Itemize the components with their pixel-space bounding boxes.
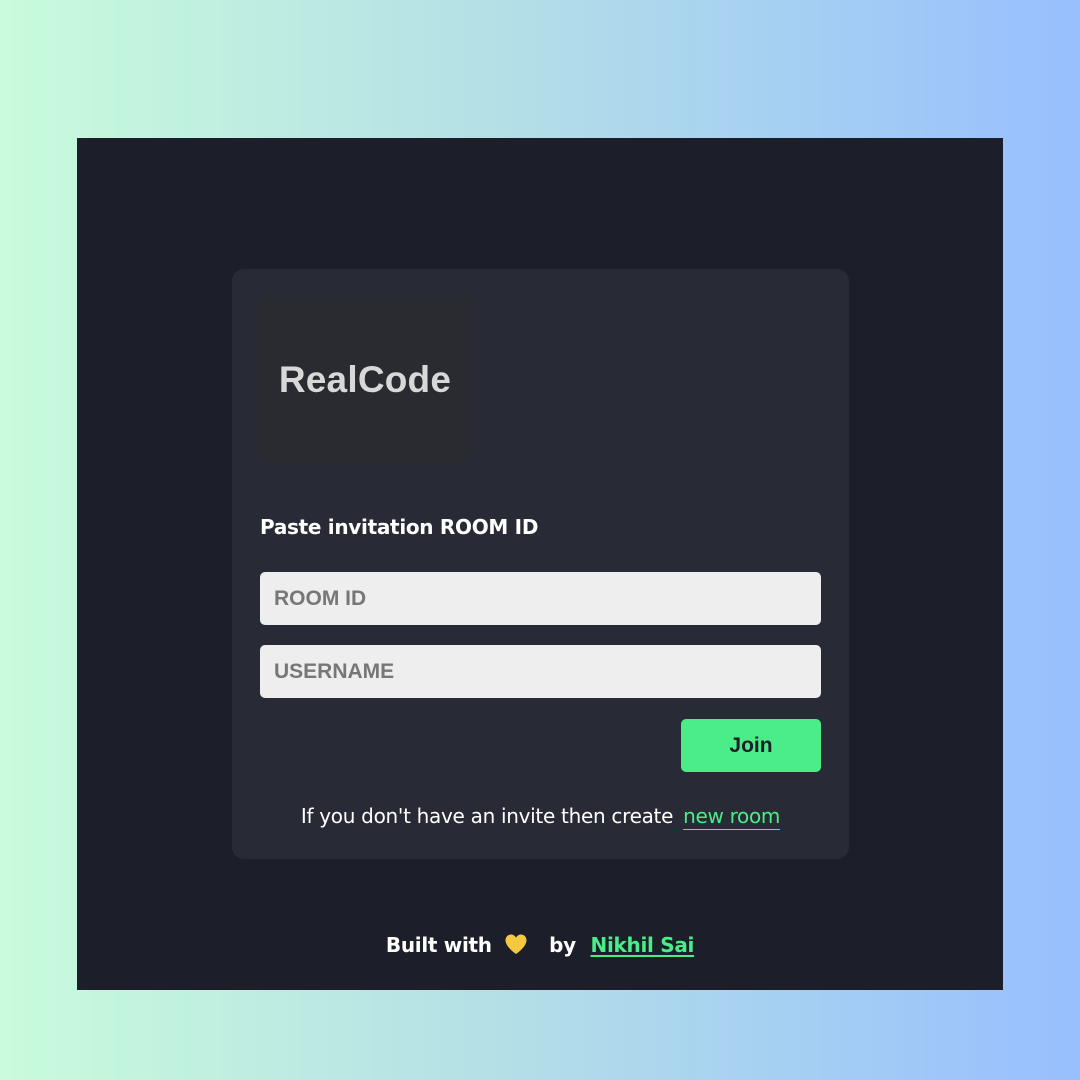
invite-hint: If you don't have an invite then create n… bbox=[232, 804, 849, 830]
join-room-card: RealCode Paste invitation ROOM ID Join I… bbox=[232, 269, 849, 859]
app-logo-text: RealCode bbox=[278, 358, 452, 400]
app-logo: RealCode bbox=[260, 297, 470, 462]
author-link[interactable]: Nikhil Sai bbox=[591, 933, 695, 957]
app-window: RealCode Paste invitation ROOM ID Join I… bbox=[77, 138, 1003, 990]
invite-hint-text: If you don't have an invite then create bbox=[300, 804, 674, 828]
room-id-input[interactable] bbox=[260, 572, 821, 625]
footer-by: by bbox=[549, 933, 576, 957]
yellow-heart-icon bbox=[505, 934, 527, 954]
footer: Built with by Nikhil Sai bbox=[77, 933, 1003, 957]
username-input[interactable] bbox=[260, 645, 821, 698]
new-room-link[interactable]: new room bbox=[683, 804, 780, 830]
form-heading: Paste invitation ROOM ID bbox=[260, 515, 539, 539]
footer-built-with: Built with bbox=[385, 933, 492, 957]
join-button[interactable]: Join bbox=[681, 719, 821, 772]
